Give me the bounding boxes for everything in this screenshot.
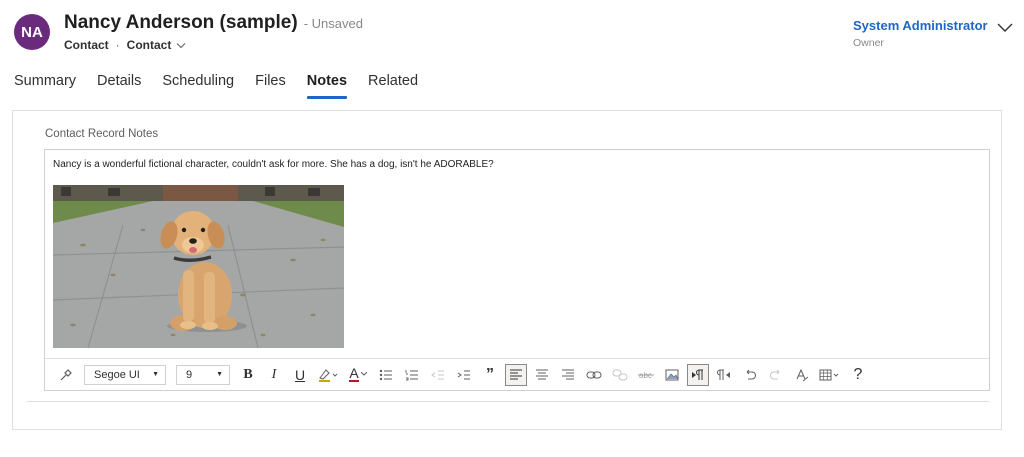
record-name: Nancy Anderson (sample) (64, 12, 298, 33)
owner-label: Owner (853, 37, 884, 49)
tab-summary[interactable]: Summary (14, 73, 76, 95)
caret-down-icon: ▼ (216, 371, 223, 378)
record-title: Nancy Anderson (sample) - Unsaved (64, 12, 363, 34)
undo-icon[interactable] (739, 364, 761, 386)
separator-dot: · (115, 38, 120, 52)
notes-field-label: Contact Record Notes (45, 128, 159, 140)
align-left-icon[interactable] (505, 363, 527, 386)
numbered-list-icon[interactable] (401, 364, 423, 386)
font-color-glyph: A (349, 365, 359, 382)
form-name: Contact (126, 38, 172, 52)
caret-down-icon (360, 372, 367, 376)
tab-files[interactable]: Files (255, 73, 286, 95)
bullet-list-icon[interactable] (375, 364, 397, 386)
font-color-button[interactable]: A (345, 364, 371, 386)
font-family-select[interactable]: Segoe UI ▼ (84, 364, 166, 385)
highlight-color-icon[interactable] (315, 364, 341, 386)
rtl-direction-icon[interactable] (713, 364, 735, 386)
bold-button[interactable]: B (237, 364, 259, 386)
ltr-direction-icon[interactable] (687, 363, 709, 386)
tab-related[interactable]: Related (368, 73, 418, 95)
italic-button[interactable]: I (263, 364, 285, 386)
redo-icon[interactable] (765, 364, 787, 386)
entity-form-row: Contact · Contact (64, 38, 186, 52)
puppy-image (53, 185, 344, 348)
formatting-toolbar: Segoe UI ▼ 9 ▼ B I U A ” abc ? (45, 358, 989, 390)
underline-button[interactable]: U (289, 364, 311, 386)
rich-text-editor[interactable]: Nancy is a wonderful fictional character… (44, 149, 990, 391)
help-button[interactable]: ? (847, 364, 869, 386)
caret-down-icon: ▼ (152, 371, 159, 378)
form-selector[interactable]: Contact (127, 38, 187, 52)
note-body-text: Nancy is a wonderful fictional character… (53, 159, 494, 170)
format-painter-icon[interactable] (55, 364, 77, 386)
tab-scheduling[interactable]: Scheduling (162, 73, 234, 95)
tab-bar: Summary Details Scheduling Files Notes R… (14, 73, 418, 99)
expand-header-chevron-icon[interactable] (996, 20, 1014, 34)
blockquote-button[interactable]: ” (479, 364, 501, 386)
tab-details[interactable]: Details (97, 73, 141, 95)
insert-image-icon[interactable] (661, 364, 683, 386)
align-center-icon[interactable] (531, 364, 553, 386)
strikethrough-icon[interactable]: abc (635, 364, 657, 386)
clear-formatting-icon[interactable] (791, 364, 813, 386)
font-size-value: 9 (186, 368, 193, 381)
owner-field: System Administrator Owner (853, 18, 988, 49)
align-right-icon[interactable] (557, 364, 579, 386)
tab-notes[interactable]: Notes (306, 73, 348, 99)
link-icon[interactable] (583, 364, 605, 386)
insert-table-icon[interactable] (817, 364, 843, 386)
font-family-value: Segoe UI (94, 368, 140, 381)
notes-section: Contact Record Notes Nancy is a wonderfu… (12, 110, 1002, 430)
decrease-indent-icon[interactable] (427, 364, 449, 386)
unlink-icon[interactable] (609, 364, 631, 386)
avatar: NA (14, 14, 50, 50)
entity-name: Contact (64, 38, 109, 52)
font-size-select[interactable]: 9 ▼ (176, 364, 230, 385)
save-status: - Unsaved (303, 16, 363, 31)
owner-link[interactable]: System Administrator (853, 18, 988, 33)
section-divider (27, 401, 989, 402)
increase-indent-icon[interactable] (453, 364, 475, 386)
chevron-down-icon (176, 42, 186, 48)
